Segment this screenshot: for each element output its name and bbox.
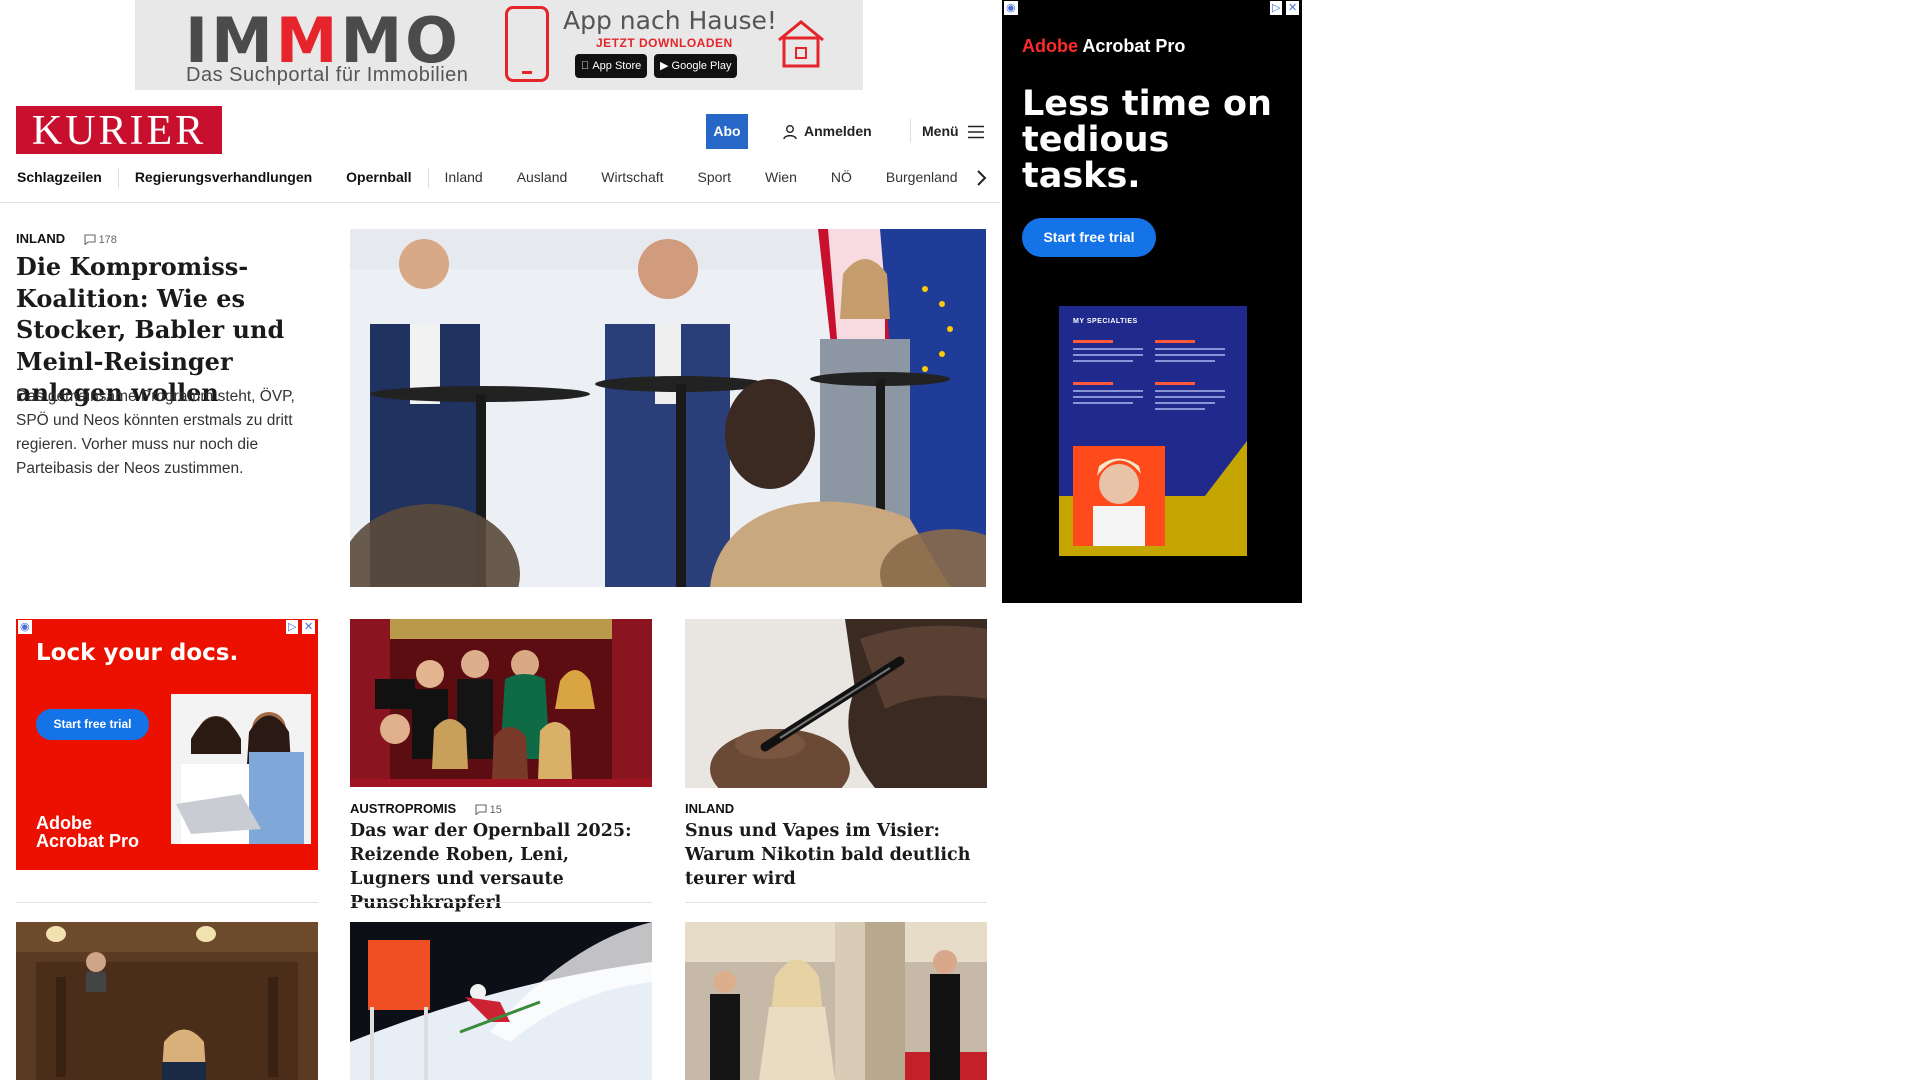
ad-app-subtitle: JETZT DOWNLOADEN xyxy=(596,36,733,50)
ad-choices-icon[interactable]: ▷ xyxy=(286,620,299,634)
card-comment-count[interactable]: 15 xyxy=(475,804,502,816)
adobe-acrobat-sidebar-ad[interactable]: ◉ ▷ ✕ Adobe Acrobat Pro Less time on ted… xyxy=(1002,0,1302,603)
row-divider xyxy=(685,902,987,903)
lead-meta: INLAND 178 xyxy=(16,230,117,248)
top-banner-ad[interactable]: IMMMO Das Suchportal für Immobilien App … xyxy=(135,0,863,90)
lead-teaser: Das gemeinsame Programm steht, ÖVP, SPÖ … xyxy=(16,388,295,477)
nav-item-noe[interactable]: NÖ xyxy=(831,169,852,185)
card-category[interactable]: INLAND xyxy=(685,801,734,816)
lead-category[interactable]: INLAND xyxy=(16,231,65,246)
menu-button[interactable]: Menü xyxy=(922,114,985,149)
chevron-right-icon xyxy=(977,170,987,186)
women-laptop-illustration xyxy=(171,694,311,844)
nav-scroll-right-button[interactable] xyxy=(970,166,992,190)
app-store-badge[interactable]:  App Store xyxy=(575,54,648,78)
login-button[interactable]: Anmelden xyxy=(782,114,872,149)
nav-item-schlagzeilen[interactable]: Schlagzeilen xyxy=(17,169,102,185)
ad-privacy-icon[interactable]: ◉ xyxy=(18,620,32,634)
ad-app-title: App nach Hause! xyxy=(563,6,777,35)
ad-close-icon[interactable]: ✕ xyxy=(1286,1,1300,15)
phone-icon xyxy=(505,6,549,82)
main-navigation: Schlagzeilen Regierungsverhandlungen Opern… xyxy=(17,168,981,190)
card-image-opernball[interactable] xyxy=(350,619,652,787)
card-headline[interactable]: Snus und Vapes im Visier: Warum Nikotin … xyxy=(685,819,987,891)
start-free-trial-button[interactable]: Start free trial xyxy=(36,709,149,740)
adobe-brand: Adobe Acrobat Pro xyxy=(1022,36,1186,56)
ad-close-icon[interactable]: ✕ xyxy=(302,620,316,634)
side-ad-document-preview: MY SPECIALTIES xyxy=(1059,306,1247,556)
immmo-tagline: Das Suchportal für Immobilien xyxy=(186,64,469,86)
row-divider xyxy=(16,902,318,903)
play-icon: ▶ xyxy=(660,60,669,72)
header-divider xyxy=(910,119,911,143)
ad-choices-icon[interactable]: ▷ xyxy=(1270,1,1283,15)
comment-icon xyxy=(84,234,96,246)
start-free-trial-button[interactable]: Start free trial xyxy=(1022,218,1156,257)
nav-divider xyxy=(117,168,119,188)
nav-item-opernball[interactable]: Opernball xyxy=(346,169,411,185)
comment-icon xyxy=(475,804,487,816)
card-meta: AUSTROPROMIS 15 xyxy=(350,800,502,818)
row-divider xyxy=(350,902,652,903)
apple-icon:  xyxy=(581,60,589,72)
card-image-ball-guest[interactable] xyxy=(685,922,987,1080)
ad-privacy-icon[interactable]: ◉ xyxy=(1004,1,1018,15)
nav-item-sport[interactable]: Sport xyxy=(698,169,731,185)
nav-divider xyxy=(427,168,429,188)
card-category[interactable]: AUSTROPROMIS xyxy=(350,801,456,816)
nav-item-ausland[interactable]: Ausland xyxy=(517,169,568,185)
nav-item-regierungsverhandlungen[interactable]: Regierungsverhandlungen xyxy=(135,169,312,185)
lead-comment-count[interactable]: 178 xyxy=(84,234,117,246)
card-image-ski[interactable] xyxy=(350,922,652,1080)
abo-button[interactable]: Abo xyxy=(706,114,748,149)
google-play-badge[interactable]: ▶ Google Play xyxy=(654,54,738,78)
card-image-parliament[interactable] xyxy=(16,922,318,1080)
nav-item-wien[interactable]: Wien xyxy=(765,169,797,185)
card-headline[interactable]: Das war der Opernball 2025: Reizende Rob… xyxy=(350,819,652,915)
adobe-acrobat-inline-ad[interactable]: ◉ ▷ ✕ Lock your docs. Start free trial A… xyxy=(16,619,318,870)
nav-divider-line xyxy=(0,202,1000,203)
user-icon xyxy=(783,125,797,140)
nav-item-burgenland[interactable]: Burgenland xyxy=(886,169,958,185)
nav-item-inland[interactable]: Inland xyxy=(445,169,483,185)
document-preview-graphic xyxy=(1059,340,1247,556)
side-ad-headline: Less time on tedious tasks. xyxy=(1022,84,1272,196)
card-meta: INLAND xyxy=(685,800,734,818)
kurier-logo[interactable]: KURIER xyxy=(16,106,222,154)
nav-item-wirtschaft[interactable]: Wirtschaft xyxy=(601,169,663,185)
small-ad-headline: Lock your docs. xyxy=(36,640,239,666)
adobe-brand: Adobe Acrobat Pro xyxy=(36,813,140,851)
hamburger-icon xyxy=(967,125,984,139)
card-image-vape[interactable] xyxy=(685,619,987,788)
lead-image-press-conference[interactable] xyxy=(350,229,986,587)
house-icon xyxy=(778,20,824,68)
